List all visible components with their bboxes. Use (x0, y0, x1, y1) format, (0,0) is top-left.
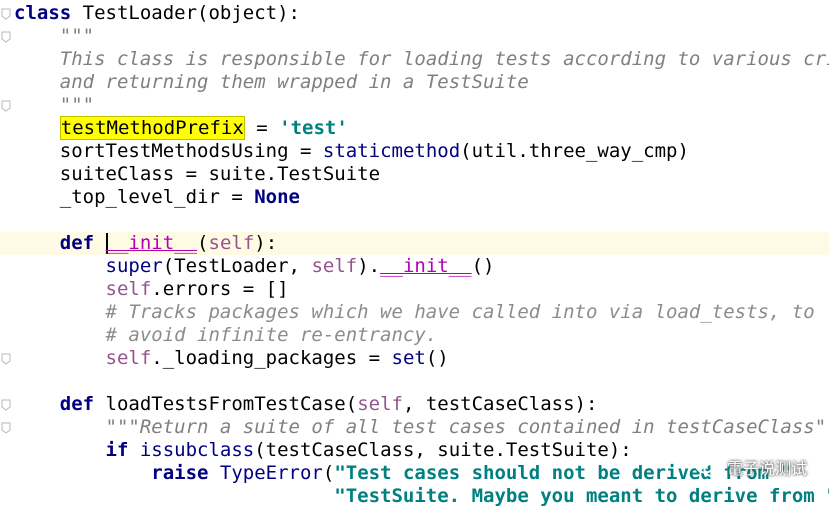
self-token: self (208, 232, 255, 254)
code-line[interactable]: def loadTestsFromTestCase(self, testCase… (14, 393, 829, 416)
self-token: self (357, 393, 403, 415)
comment-token: # avoid infinite re-entrancy. (105, 324, 438, 346)
code-line[interactable]: suiteClass = suite.TestSuite (14, 163, 829, 186)
code-line[interactable]: super(TestLoader, self).__init__() (14, 255, 829, 278)
fold-marker-icon[interactable] (1, 8, 11, 20)
docstring-token: """ (59, 94, 95, 116)
code-token: , testCaseClass): (402, 393, 598, 415)
code-token: sortTestMethodsUsing = (59, 140, 323, 162)
docstring-token: and returning them wrapped in a TestSuit… (59, 71, 529, 93)
code-token: _top_level_dir = (59, 186, 255, 208)
builtin-token: set (391, 347, 426, 369)
fold-marker-icon[interactable] (1, 422, 11, 434)
self-token: self (311, 255, 358, 277)
code-line[interactable]: testMethodPrefix = 'test' (14, 116, 829, 140)
builtin-token: super (105, 255, 163, 277)
string-token: "TestSuite. Maybe you meant to derive fr… (334, 485, 829, 507)
docstring-token: """ (59, 25, 95, 47)
code-line[interactable]: self._loading_packages = set() (14, 347, 829, 370)
code-line[interactable]: _top_level_dir = None (14, 186, 829, 209)
code-token: () (425, 347, 449, 369)
docstring-token: This class is responsible for loading te… (59, 48, 829, 70)
keyword-token: class (14, 2, 83, 24)
keyword-token: def (59, 393, 106, 415)
code-token: TestLoader(object): (82, 2, 300, 24)
code-line[interactable]: This class is responsible for loading te… (14, 48, 829, 71)
comment-token: # Tracks packages which we have called i… (105, 301, 815, 323)
builtin-token: TypeError (219, 462, 323, 484)
fold-marker-icon[interactable] (1, 100, 11, 112)
code-token: ( (197, 232, 209, 254)
watermark-text: 電子说测试 (726, 459, 807, 478)
self-token: self (105, 347, 152, 369)
code-line[interactable]: and returning them wrapped in a TestSuit… (14, 71, 829, 94)
code-line[interactable]: """Return a suite of all test cases cont… (14, 416, 829, 439)
code-token: (util.three_way_cmp) (460, 140, 689, 162)
code-token: = (244, 117, 280, 139)
builtin-token: staticmethod (322, 140, 461, 162)
code-token: (testCaseClass, suite.TestSuite): (254, 439, 632, 461)
code-line[interactable]: self.errors = [] (14, 278, 829, 301)
string-token: 'test' (279, 117, 348, 139)
self-token: self (105, 278, 152, 300)
code-token: ). (357, 255, 381, 277)
code-line[interactable] (14, 370, 829, 393)
keyword-token: def (59, 232, 106, 254)
code-line[interactable]: """ (14, 25, 829, 48)
highlighted-identifier: testMethodPrefix (59, 116, 245, 140)
code-line[interactable]: def __init__(self): (0, 232, 829, 255)
docstring-token: """Return a suite of all test cases cont… (105, 416, 829, 438)
keyword-token: raise (151, 462, 220, 484)
builtin-token: issubclass (139, 439, 255, 461)
code-token: ._loading_packages = (151, 347, 392, 369)
code-line[interactable]: "TestSuite. Maybe you meant to derive fr… (14, 485, 829, 508)
code-token: .errors = [] (151, 278, 289, 300)
code-token: (TestLoader, (162, 255, 312, 277)
code-line[interactable]: sortTestMethodsUsing = staticmethod(util… (14, 140, 829, 163)
code-line[interactable]: # avoid infinite re-entrancy. (14, 324, 829, 347)
code-line[interactable]: class TestLoader(object): (14, 2, 829, 25)
code-editor[interactable]: class TestLoader(object): """ This class… (0, 2, 829, 508)
code-line[interactable]: """ (14, 94, 829, 117)
dunder-token: __init__ (105, 232, 198, 254)
code-token: () (471, 255, 495, 277)
dunder-token: __init__ (380, 255, 472, 277)
fold-marker-icon[interactable] (1, 31, 11, 43)
fold-marker-icon[interactable] (1, 353, 11, 365)
wechat-icon (694, 456, 721, 478)
code-token: loadTestsFromTestCase( (105, 393, 358, 415)
code-line[interactable]: # Tracks packages which we have called i… (14, 301, 829, 324)
code-token: ( (322, 462, 335, 484)
code-token: ): (254, 232, 278, 254)
code-token: suiteClass = suite.TestSuite (59, 163, 381, 185)
keyword-token: None (254, 186, 300, 208)
fold-marker-icon[interactable] (1, 399, 11, 411)
code-line[interactable] (14, 209, 829, 232)
watermark: 電子说测试 (694, 455, 807, 479)
keyword-token: if (105, 439, 140, 461)
